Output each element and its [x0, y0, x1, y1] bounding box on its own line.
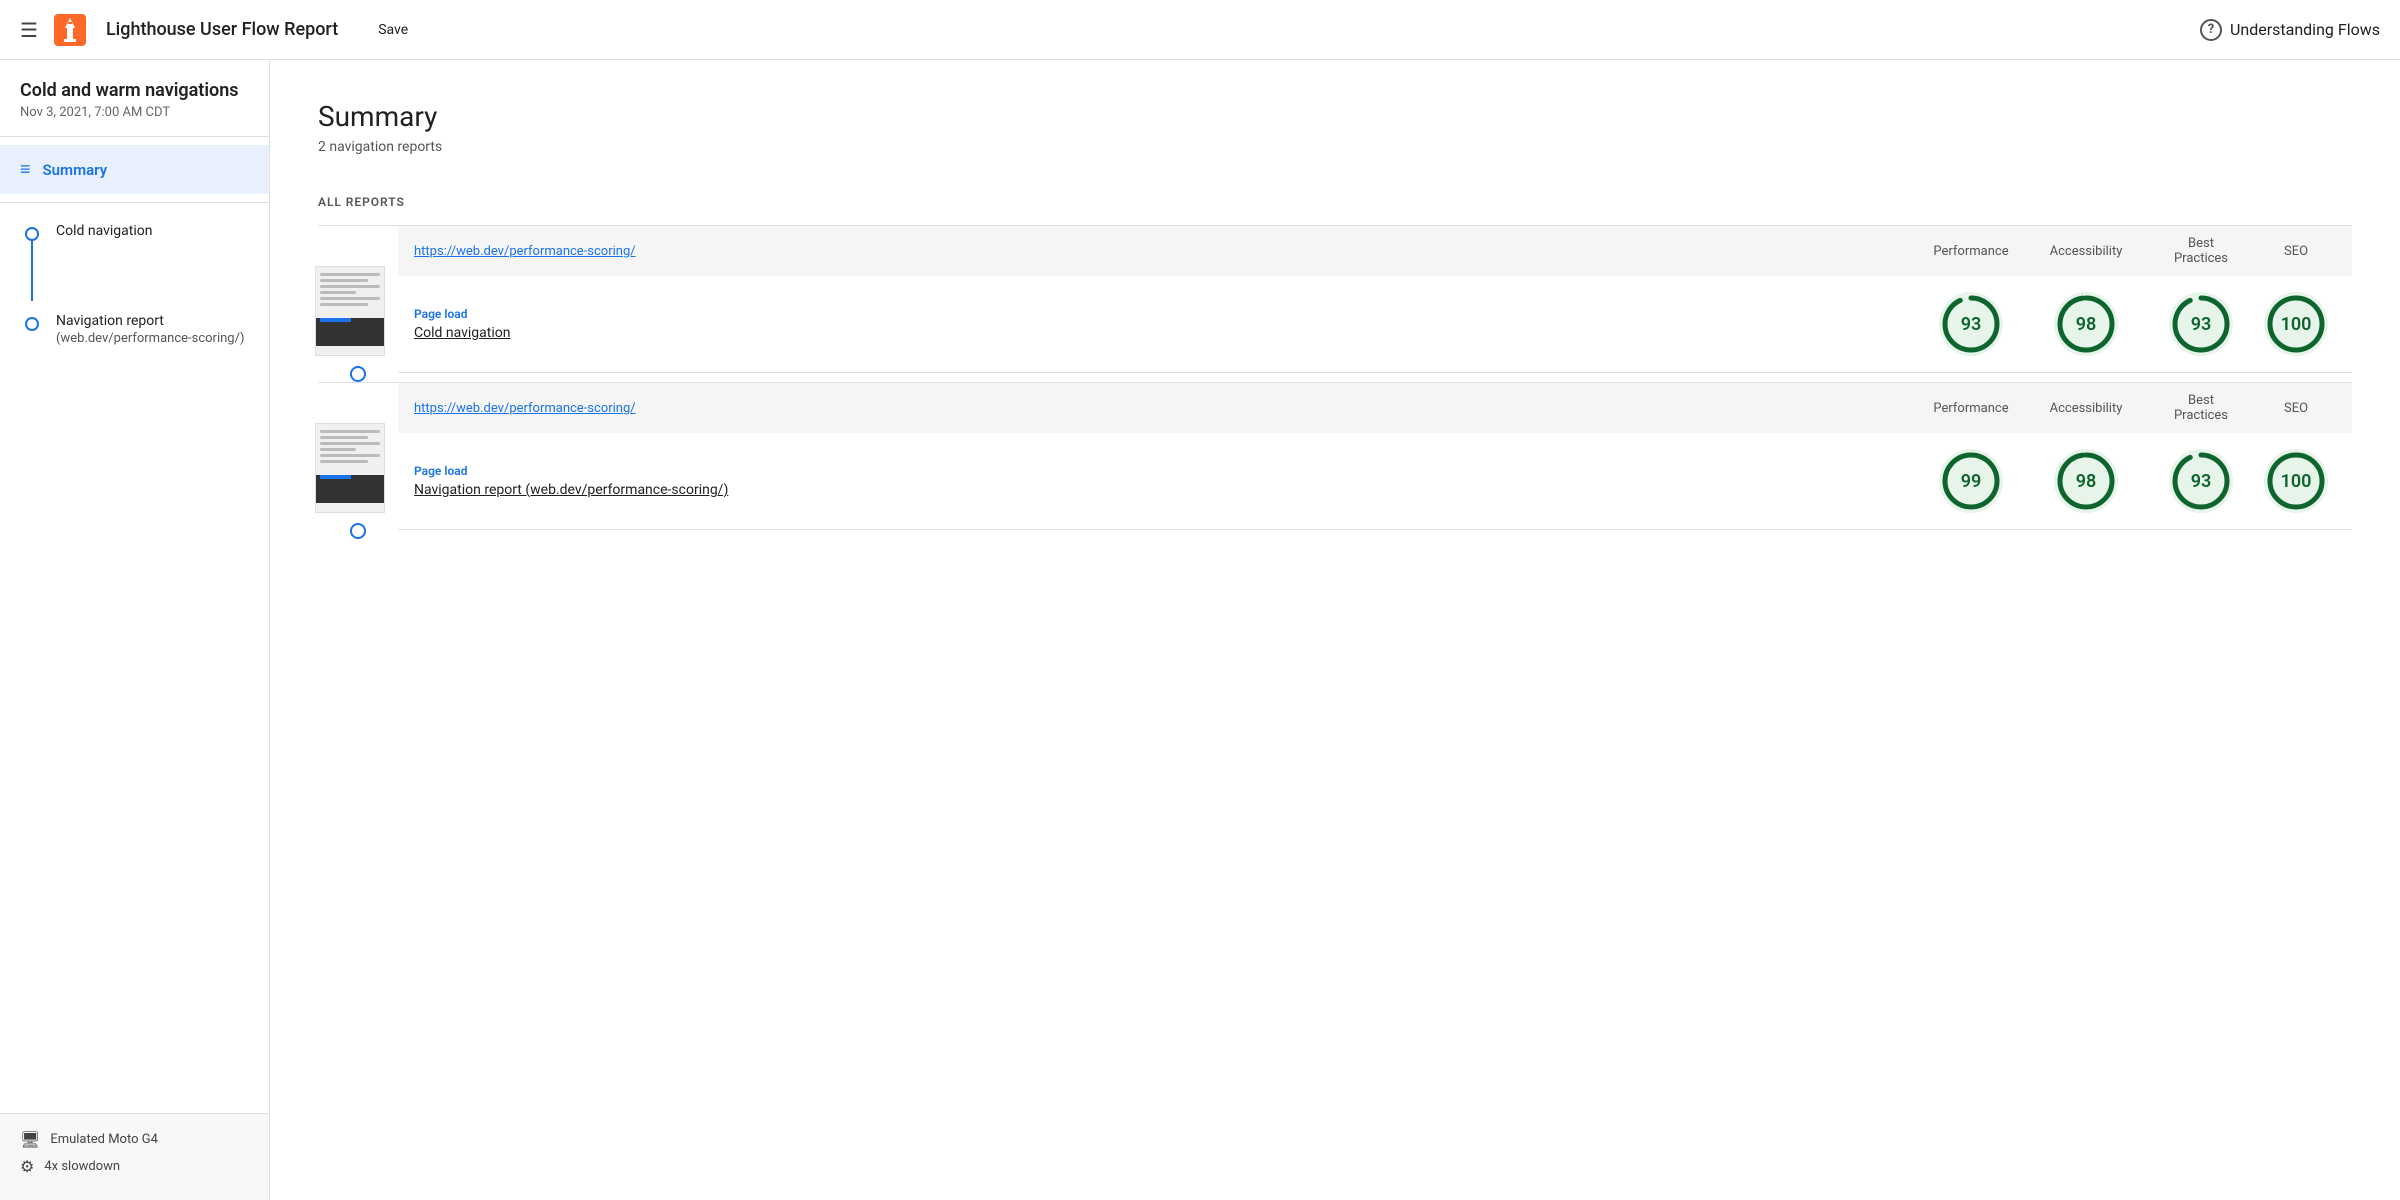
report-info-2: Page load Navigation report (web.dev/per…: [414, 464, 1916, 498]
nav-link-1[interactable]: Cold navigation: [414, 325, 510, 341]
report-block-1: https://web.dev/performance-scoring/ Per…: [318, 225, 2352, 382]
flow-item-1: Cold navigation: [0, 211, 269, 301]
score-performance-1: 93: [1916, 292, 2026, 356]
report-content-2: https://web.dev/performance-scoring/ Per…: [398, 383, 2352, 539]
report-header-row-2: https://web.dev/performance-scoring/ Per…: [398, 383, 2352, 433]
score-seo-2: 100: [2256, 449, 2336, 513]
device-label: Emulated Moto G4: [50, 1132, 158, 1147]
score-circle-seo-2: 100: [2264, 449, 2328, 513]
device-icon: 🖥: [20, 1130, 40, 1149]
cpu-icon: ⚙: [20, 1157, 34, 1176]
score-circle-access-2: 98: [2054, 449, 2118, 513]
score-accessibility-2: 98: [2026, 449, 2146, 513]
perf-col-header-1: Performance: [1916, 244, 2026, 259]
project-date: Nov 3, 2021, 7:00 AM CDT: [20, 105, 249, 120]
menu-icon[interactable]: ☰: [20, 18, 38, 42]
score-performance-2: 99: [1916, 449, 2026, 513]
app-title: Lighthouse User Flow Report: [106, 19, 338, 40]
score-circle-seo-1: 100: [2264, 292, 2328, 356]
seo-col-header-2: SEO: [2256, 401, 2336, 416]
bp-col-header-2: BestPractices: [2146, 393, 2256, 423]
save-button[interactable]: Save: [378, 22, 408, 38]
project-name: Cold and warm navigations: [20, 80, 249, 101]
header-right: ? Understanding Flows: [2200, 19, 2380, 41]
access-col-header-1: Accessibility: [2026, 244, 2146, 259]
score-circle-bp-1: 93: [2169, 292, 2233, 356]
report-timeline-2: [318, 383, 398, 539]
list-icon: ≡: [20, 159, 31, 180]
project-info: Cold and warm navigations Nov 3, 2021, 7…: [0, 60, 269, 137]
sidebar-flow-items: Cold navigation Navigation report (web.d…: [0, 203, 269, 374]
score-seo-1: 100: [2256, 292, 2336, 356]
lighthouse-logo: [54, 14, 86, 46]
flow-timeline-2: [20, 301, 44, 331]
flow-dot-1: [25, 227, 39, 241]
report-dot-2: [350, 523, 366, 539]
report-timeline-1: [318, 226, 398, 382]
report-url-2[interactable]: https://web.dev/performance-scoring/: [414, 401, 1916, 416]
sidebar-item-summary[interactable]: ≡ Summary: [0, 145, 269, 194]
score-bp-2: 93: [2146, 449, 2256, 513]
main-layout: Cold and warm navigations Nov 3, 2021, 7…: [0, 60, 2400, 1200]
sidebar: Cold and warm navigations Nov 3, 2021, 7…: [0, 60, 270, 1200]
sidebar-nav: ≡ Summary: [0, 137, 269, 203]
flow-item-2: Navigation report (web.dev/performance-s…: [0, 301, 269, 358]
score-circle-access-1: 98: [2054, 292, 2118, 356]
summary-label: Summary: [43, 161, 108, 179]
sidebar-item-cold-navigation[interactable]: Cold navigation: [44, 211, 152, 251]
report-data-row-1: Page load Cold navigation 93: [398, 276, 2352, 373]
flow-line-1: [31, 241, 33, 301]
score-accessibility-1: 98: [2026, 292, 2146, 356]
report-block-2: https://web.dev/performance-scoring/ Per…: [318, 382, 2352, 539]
sidebar-item-nav-report[interactable]: Navigation report (web.dev/performance-s…: [44, 301, 244, 358]
bp-col-header-1: BestPractices: [2146, 236, 2256, 266]
main-content: Summary 2 navigation reports ALL REPORTS: [270, 60, 2400, 1200]
score-circle-perf-1: 93: [1939, 292, 2003, 356]
app-header: ☰ Lighthouse User Flow Report Save ? Und…: [0, 0, 2400, 60]
report-url-1[interactable]: https://web.dev/performance-scoring/: [414, 244, 1916, 259]
slowdown-label: 4x slowdown: [44, 1159, 120, 1174]
nav-link-2[interactable]: Navigation report (web.dev/performance-s…: [414, 482, 728, 498]
score-bp-1: 93: [2146, 292, 2256, 356]
flow-dot-2: [25, 317, 39, 331]
question-icon: ?: [2200, 19, 2222, 41]
device-info: 🖥 Emulated Moto G4: [20, 1130, 249, 1149]
score-circle-bp-2: 93: [2169, 449, 2233, 513]
report-thumbnail-1: [315, 266, 385, 356]
report-info-1: Page load Cold navigation: [414, 307, 1916, 341]
report-content-1: https://web.dev/performance-scoring/ Per…: [398, 226, 2352, 382]
perf-col-header-2: Performance: [1916, 401, 2026, 416]
report-thumbnail-2: [315, 423, 385, 513]
access-col-header-2: Accessibility: [2026, 401, 2146, 416]
report-dot-1: [350, 366, 366, 382]
report-data-row-2: Page load Navigation report (web.dev/per…: [398, 433, 2352, 530]
all-reports-label: ALL REPORTS: [318, 195, 2352, 209]
understanding-flows-link[interactable]: Understanding Flows: [2230, 20, 2380, 39]
summary-heading: Summary: [318, 100, 2352, 133]
header-left: ☰ Lighthouse User Flow Report Save: [20, 14, 408, 46]
flow-timeline-1: [20, 211, 44, 301]
page-load-label-1: Page load Cold navigation: [414, 307, 510, 341]
slowdown-info: ⚙ 4x slowdown: [20, 1157, 249, 1176]
report-header-row-1: https://web.dev/performance-scoring/ Per…: [398, 226, 2352, 276]
page-load-info-2: Page load Navigation report (web.dev/per…: [414, 464, 728, 498]
score-circle-perf-2: 99: [1939, 449, 2003, 513]
seo-col-header-1: SEO: [2256, 244, 2336, 259]
sidebar-footer: 🖥 Emulated Moto G4 ⚙ 4x slowdown: [0, 1113, 269, 1200]
summary-subheading: 2 navigation reports: [318, 139, 2352, 155]
